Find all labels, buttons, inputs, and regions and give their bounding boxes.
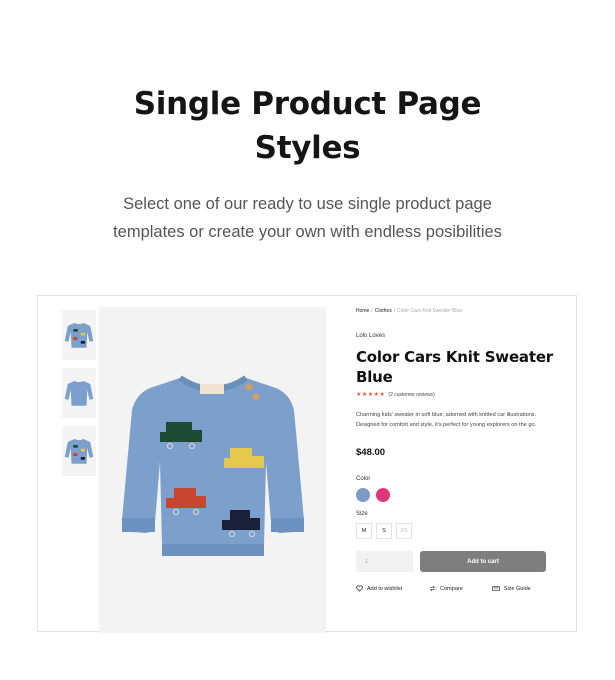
hero-title: Single Product Page Styles bbox=[0, 82, 615, 170]
sweater-thumbnail-image bbox=[64, 323, 94, 348]
size-option-s[interactable]: S bbox=[376, 523, 392, 539]
quantity-input[interactable]: 1 bbox=[356, 551, 413, 572]
product-title: Color Cars Knit Sweater Blue bbox=[356, 348, 553, 386]
size-options: M S XS bbox=[356, 523, 556, 539]
sweater-back-thumbnail-image bbox=[64, 381, 94, 406]
product-thumbnail-2[interactable] bbox=[62, 368, 96, 418]
thumbnail-gallery bbox=[62, 310, 96, 484]
product-brand[interactable]: Lolo Loves bbox=[356, 333, 556, 339]
review-count-link[interactable]: (2 customer reviews) bbox=[388, 392, 434, 398]
hero-title-line-2: Styles bbox=[254, 130, 361, 166]
product-thumbnail-1[interactable] bbox=[62, 310, 96, 360]
size-guide-icon bbox=[492, 586, 500, 591]
hero-subtitle-line-1: Select one of our ready to use single pr… bbox=[123, 195, 492, 213]
hero-subtitle: Select one of our ready to use single pr… bbox=[0, 190, 615, 246]
compare-button[interactable]: Compare bbox=[429, 585, 463, 592]
breadcrumb-clothes[interactable]: Clothes bbox=[375, 308, 392, 314]
main-product-image[interactable] bbox=[99, 307, 326, 633]
color-swatch-blue[interactable] bbox=[356, 488, 370, 502]
compare-label: Compare bbox=[440, 585, 463, 592]
size-guide-label: Size Guide bbox=[503, 585, 531, 592]
heart-icon bbox=[356, 585, 363, 592]
add-to-cart-button[interactable]: Add to cart bbox=[420, 551, 546, 572]
color-swatch-pink[interactable] bbox=[376, 488, 390, 502]
size-option-xs[interactable]: XS bbox=[396, 523, 412, 539]
product-actions: Add to wishlist Compare Size Guide bbox=[356, 585, 556, 592]
size-option-m[interactable]: M bbox=[356, 523, 372, 539]
product-thumbnail-3[interactable] bbox=[62, 426, 96, 476]
hero-title-line-1: Single Product Page bbox=[133, 86, 482, 122]
hero-subtitle-line-2: templates or create your own with endles… bbox=[113, 223, 502, 241]
add-to-wishlist-label: Add to wishlist bbox=[367, 585, 403, 592]
compare-icon bbox=[430, 585, 436, 592]
product-description: Charming kids' sweater in soft blue, ado… bbox=[356, 412, 537, 428]
breadcrumb-home[interactable]: Home bbox=[356, 308, 369, 314]
color-label: Color bbox=[356, 476, 371, 482]
product-rating: ★★★★★ (2 customer reviews) bbox=[356, 391, 556, 399]
rating-stars-icon: ★★★★★ bbox=[356, 392, 386, 398]
product-info-panel: Home / Clothes / Color Cars Knit Sweater Blu… bbox=[356, 308, 556, 592]
breadcrumb-current: Color Cars Knit Sweater Blue bbox=[397, 308, 463, 314]
product-price: $48.00 bbox=[356, 447, 386, 458]
add-to-wishlist-button[interactable]: Add to wishlist bbox=[356, 585, 402, 592]
breadcrumb-separator: / bbox=[371, 308, 373, 314]
sweater-image bbox=[121, 375, 304, 556]
product-preview-frame: Home / Clothes / Color Cars Knit Sweater Blu… bbox=[37, 295, 577, 633]
color-swatches bbox=[356, 488, 556, 502]
breadcrumb-separator: / bbox=[393, 308, 396, 314]
sweater-detail-thumbnail-image bbox=[64, 439, 94, 464]
size-guide-button[interactable]: Size Guide bbox=[492, 585, 531, 592]
add-to-cart-row: 1 Add to cart bbox=[356, 551, 556, 572]
breadcrumb: Home / Clothes / Color Cars Knit Sweater Blu… bbox=[356, 308, 556, 316]
size-label: Size bbox=[356, 511, 368, 517]
